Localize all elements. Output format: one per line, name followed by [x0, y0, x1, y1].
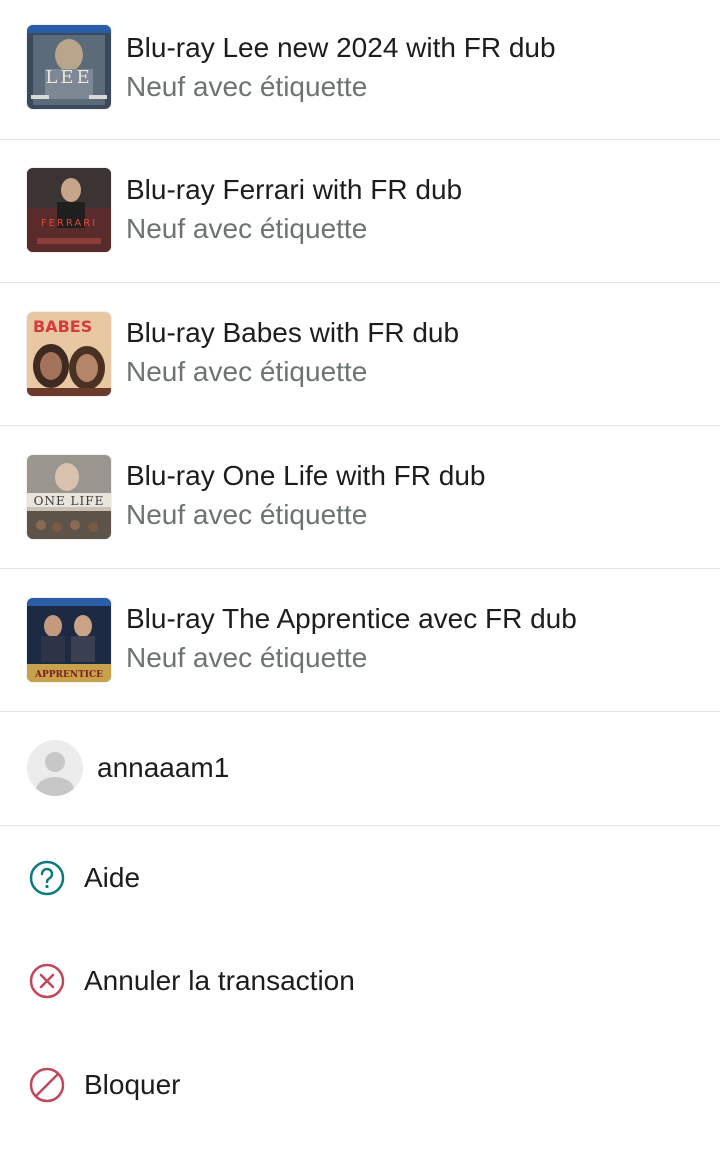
- seller-username[interactable]: annaaam1: [97, 751, 229, 785]
- item-condition: Neuf avec étiquette: [126, 499, 368, 530]
- order-items-list: LEE Blu-ray Lee new 2024 with FR dub Neu…: [0, 0, 720, 712]
- item-title: Blu-ray Ferrari with FR dub: [126, 174, 463, 205]
- thumbnail-title-text: APPRENTICE: [34, 670, 103, 680]
- cancel-transaction-label: Annuler la transaction: [84, 965, 355, 996]
- help-label: Aide: [84, 862, 141, 893]
- thumbnail-title-text: LEE: [45, 67, 92, 88]
- list-item[interactable]: ONE LIFE Blu-ray One Life with FR dub Ne…: [0, 426, 720, 569]
- block-icon: [29, 1067, 65, 1103]
- thumbnail-title-text: FERRARI: [41, 218, 97, 229]
- item-thumbnail[interactable]: APPRENTICE: [27, 598, 111, 682]
- item-thumbnail[interactable]: BABES: [27, 312, 111, 396]
- item-title: Blu-ray The Apprentice avec FR dub: [126, 603, 577, 634]
- list-item[interactable]: APPRENTICE Blu-ray The Apprentice avec F…: [0, 569, 720, 712]
- thumbnail-title-text: BABES: [33, 317, 92, 336]
- block-user-button[interactable]: Bloquer: [0, 1045, 720, 1125]
- list-item[interactable]: BABES Blu-ray Babes with FR dub Neuf ave…: [0, 283, 720, 426]
- cancel-transaction-button[interactable]: Annuler la transaction: [0, 941, 720, 1021]
- item-thumbnail[interactable]: ONE LIFE: [27, 455, 111, 539]
- help-icon: [29, 860, 65, 896]
- default-avatar-icon[interactable]: [27, 740, 83, 796]
- list-item[interactable]: FERRARI Blu-ray Ferrari with FR dub Neuf…: [0, 140, 720, 283]
- cancel-circle-icon: [29, 963, 65, 999]
- item-title: Blu-ray Babes with FR dub: [126, 317, 460, 348]
- item-title: Blu-ray Lee new 2024 with FR dub: [126, 32, 556, 63]
- thumbnail-title-text: ONE LIFE: [34, 494, 105, 508]
- item-condition: Neuf avec étiquette: [126, 642, 368, 673]
- list-item[interactable]: LEE Blu-ray Lee new 2024 with FR dub Neu…: [0, 0, 720, 140]
- item-condition: Neuf avec étiquette: [126, 213, 368, 244]
- actions-menu: Aide Annuler la transaction Bloquer: [0, 826, 720, 1166]
- item-condition: Neuf avec étiquette: [126, 71, 368, 102]
- seller-row[interactable]: annaaam1: [0, 712, 720, 826]
- item-thumbnail[interactable]: FERRARI: [27, 168, 111, 252]
- item-thumbnail[interactable]: LEE: [27, 25, 111, 109]
- block-user-label: Bloquer: [84, 1069, 181, 1100]
- item-condition: Neuf avec étiquette: [126, 356, 368, 387]
- help-button[interactable]: Aide: [0, 838, 720, 918]
- item-title: Blu-ray One Life with FR dub: [126, 460, 486, 491]
